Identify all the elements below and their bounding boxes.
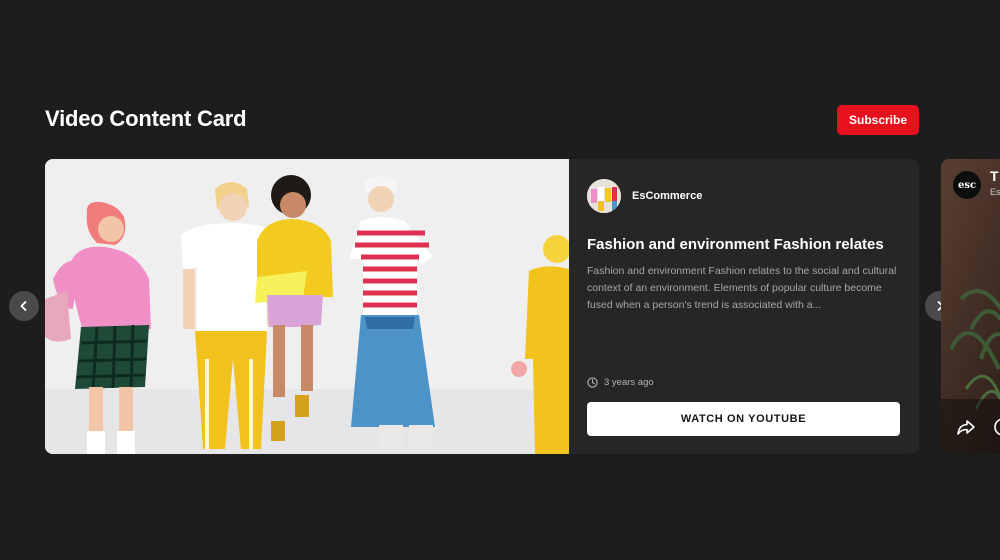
next-channel-logo[interactable]: esc [953,171,981,199]
video-info-panel: EsCommerce Fashion and environment Fashi… [569,159,919,454]
next-video-title[interactable]: T [990,168,999,184]
next-video-card[interactable]: esc T Es [941,159,1000,454]
chevron-left-icon [20,301,27,311]
video-description: Fashion and environment Fashion relates … [587,265,897,311]
channel-name[interactable]: EsCommerce [632,190,702,202]
next-channel-name[interactable]: Es [990,187,1000,197]
avatar-image [587,179,621,213]
watch-on-youtube-button[interactable]: WATCH ON YOUTUBE [587,402,900,436]
clock-icon [587,377,598,388]
video-content-page: Video Content Card Subscribe EsCommerce … [0,0,1000,560]
video-card: EsCommerce Fashion and environment Fashi… [45,159,919,454]
next-video-thumbnail [941,159,1000,454]
video-thumbnail[interactable] [45,159,569,454]
carousel-prev-button[interactable] [9,291,39,321]
share-icon[interactable] [955,416,977,438]
video-title[interactable]: Fashion and environment Fashion relates [587,235,901,255]
published-meta: 3 years ago [587,377,654,388]
channel-avatar[interactable] [587,179,621,213]
fashion-photo [45,159,569,454]
published-time: 3 years ago [604,377,654,388]
page-title: Video Content Card [45,106,247,131]
info-icon[interactable] [993,417,1000,437]
subscribe-button[interactable]: Subscribe [837,105,919,135]
channel-row: EsCommerce [587,179,901,213]
